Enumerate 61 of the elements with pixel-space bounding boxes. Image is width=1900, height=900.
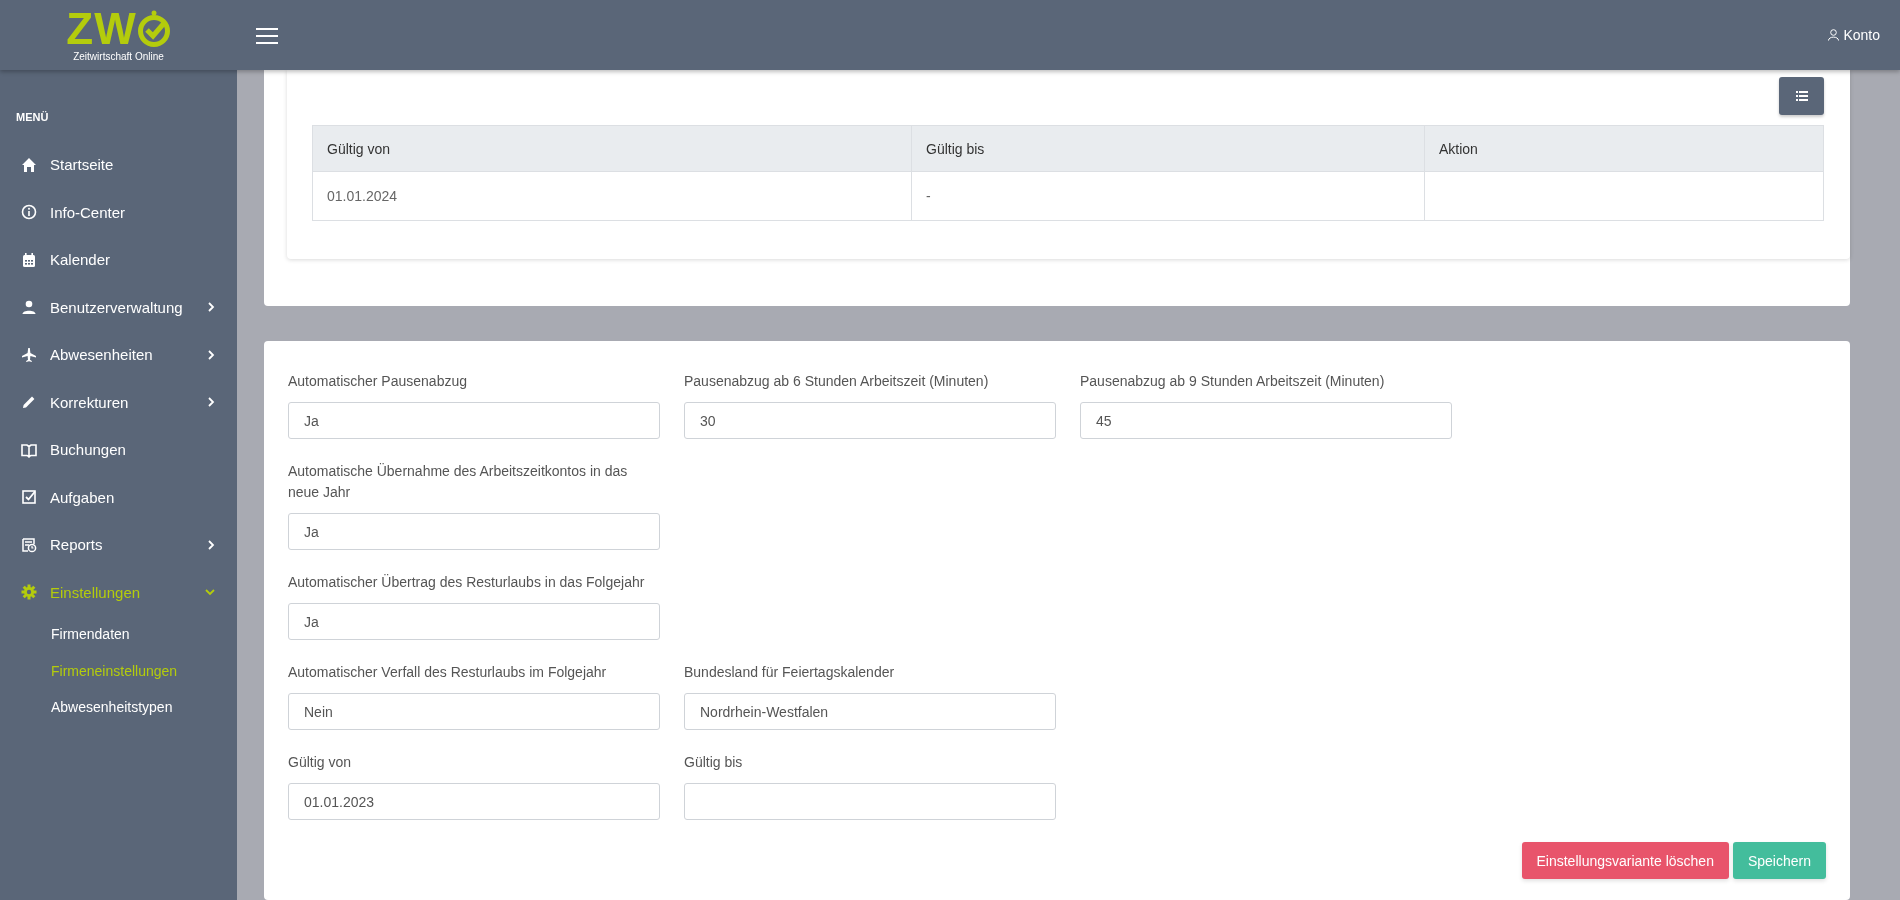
field-label: Pausenabzug ab 6 Stunden Arbeitszeit (Minuten) <box>684 372 990 391</box>
sidebar-subitem[interactable]: Firmeneinstellungen <box>0 652 237 689</box>
airplane-icon <box>21 346 37 363</box>
stopwatch-icon <box>136 9 171 48</box>
sidebar-item[interactable]: Abwesenheiten <box>0 331 237 379</box>
field-label: Gültig bis <box>684 753 744 772</box>
field-label: Automatischer Verfall des Resturlaubs im Folgejahr <box>288 663 608 682</box>
calendar-icon <box>21 251 37 268</box>
sidebar-subitem[interactable]: Firmendaten <box>0 616 237 653</box>
input-field[interactable]: 45 <box>1080 402 1452 439</box>
field-label: Pausenabzug ab 9 Stunden Arbeitszeit (Minuten) <box>1080 372 1386 391</box>
sidebar-item[interactable]: Info-Center <box>0 188 237 236</box>
sidebar-item[interactable]: Aufgaben <box>0 473 237 521</box>
gear-icon <box>21 584 37 601</box>
checkbox-icon <box>21 489 37 506</box>
column-header: Gültig von <box>312 125 912 172</box>
input-field[interactable]: Ja <box>288 603 660 640</box>
input-field[interactable] <box>684 783 1056 820</box>
sidebar-item[interactable]: Startseite <box>0 141 237 189</box>
list-icon <box>1795 91 1808 101</box>
chevron-down-icon <box>205 588 215 596</box>
chevron-right-icon <box>208 349 215 360</box>
chevron-right-icon <box>208 397 215 408</box>
chevron-right-icon <box>208 302 215 313</box>
menu-heading: MENÜ <box>16 111 49 123</box>
account-link[interactable]: Konto <box>1828 27 1880 43</box>
user-icon <box>21 299 37 316</box>
list-button[interactable] <box>1779 77 1824 115</box>
sidebar-item[interactable]: Buchungen <box>0 426 237 474</box>
user-icon <box>1828 29 1840 41</box>
report-icon <box>21 536 37 553</box>
field-label: Automatischer Pausenabzug <box>288 372 468 391</box>
sidebar-item[interactable]: Korrekturen <box>0 378 237 426</box>
input-field[interactable]: 30 <box>684 402 1056 439</box>
info-icon <box>21 204 37 221</box>
table-cell: 01.01.2024 <box>312 171 912 221</box>
sidebar-item[interactable]: Einstellungen <box>0 568 237 616</box>
logo-subtitle: Zeitwirtschaft Online <box>73 50 164 62</box>
sidebar-subitem[interactable]: Abwesenheitstypen <box>0 689 237 726</box>
sidebar-item[interactable]: Reports <box>0 521 237 569</box>
sidebar-item[interactable]: Benutzerverwaltung <box>0 283 237 331</box>
field-label: Gültig von <box>288 753 353 772</box>
column-header: Aktion <box>1424 125 1824 172</box>
home-icon <box>21 156 37 173</box>
field-label: Automatischer Übertrag des Resturlaubs in das Folgejahr <box>288 573 646 592</box>
input-field[interactable]: Ja <box>288 402 660 439</box>
delete-button[interactable]: Einstellungsvariante löschen <box>1521 842 1729 879</box>
input-field[interactable]: Nein <box>288 693 660 730</box>
book-icon <box>21 441 37 458</box>
chevron-right-icon <box>208 539 215 550</box>
column-header: Gültig bis <box>911 125 1425 172</box>
field-label: Bundesland für Feiertagskalender <box>684 663 896 682</box>
menu-button[interactable] <box>256 26 278 44</box>
pencil-icon <box>21 394 37 411</box>
logo-letters: ZW <box>66 8 137 49</box>
sidebar-item[interactable]: Kalender <box>0 236 237 284</box>
table-cell: - <box>911 171 1425 221</box>
input-field[interactable]: Nordrhein-Westfalen <box>684 693 1056 730</box>
input-field[interactable]: Ja <box>288 513 660 550</box>
field-label: Automatische Übernahme des Arbeitszeitkontos in das neue Jahr <box>288 462 629 502</box>
input-field[interactable]: 01.01.2023 <box>288 783 660 820</box>
